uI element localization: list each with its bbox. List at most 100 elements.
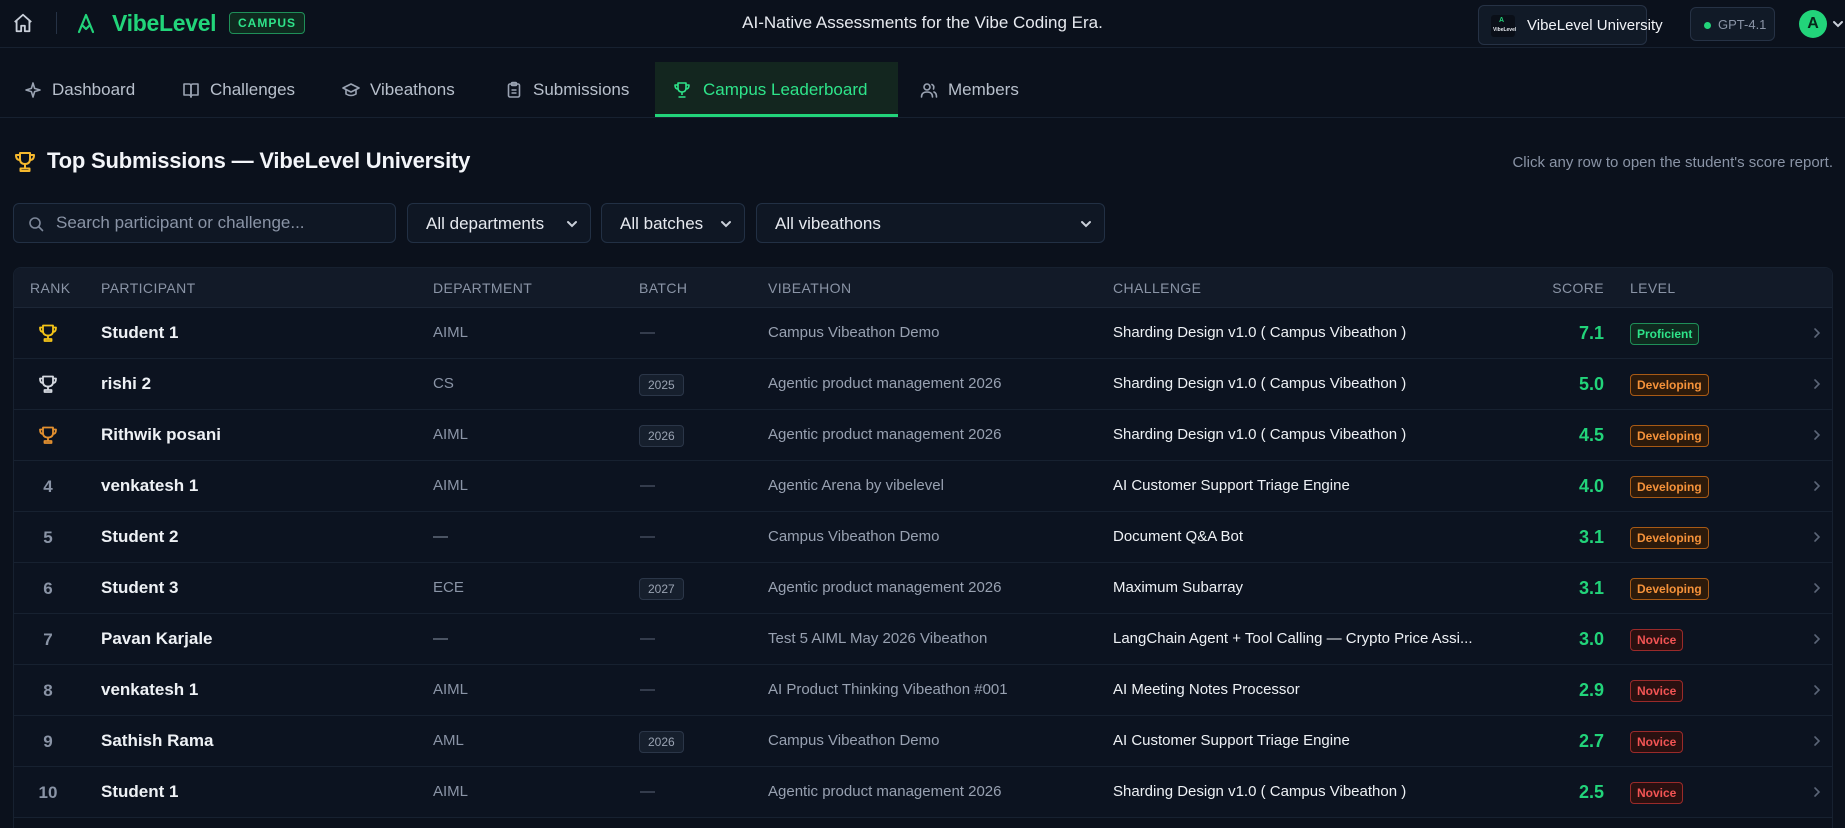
vibeathon-name: Campus Vibeathon Demo	[768, 528, 940, 545]
chevron-right-icon	[1814, 379, 1821, 389]
tab-submissions[interactable]: Submissions	[505, 62, 640, 117]
page-title: Top Submissions — VibeLevel University	[47, 148, 471, 173]
level-badge: Proficient	[1630, 323, 1700, 345]
table-row[interactable]: Student 1 AIML — Campus Vibeathon Demo Shard…	[14, 308, 1832, 359]
column-header-batch[interactable]: BATCH	[639, 280, 687, 296]
vibeathon-name: Campus Vibeathon Demo	[768, 324, 940, 341]
table-row[interactable]: 7 Pavan Karjale — — Test 5 AIML May 2026 Vib…	[14, 614, 1832, 665]
challenge-name: Maximum Subarray	[1113, 579, 1244, 596]
tab-campus-leaderboard[interactable]: Campus Leaderboard	[655, 62, 898, 117]
score-value: 4.0	[1578, 476, 1604, 496]
department-value: CS	[433, 375, 454, 392]
tab-dashboard[interactable]: Dashboard	[24, 62, 144, 117]
model-name: GPT-4.1	[1718, 17, 1767, 32]
participant-name: Rithwik posani	[101, 425, 221, 444]
silver-trophy-icon	[39, 375, 57, 393]
rank-value: 4	[43, 477, 53, 496]
level-badge: Novice	[1630, 680, 1684, 702]
vibeathon-name: Test 5 AIML May 2026 Vibeathon	[768, 630, 988, 647]
batch-value: —	[640, 324, 655, 341]
level-badge: Novice	[1630, 731, 1684, 753]
table-row[interactable]: 4 venkatesh 1 AIML — Agentic Arena by vibele…	[14, 461, 1832, 512]
rank-value: 8	[43, 681, 53, 700]
scrollbar-indicator[interactable]	[1828, 767, 1832, 777]
tab-label: Vibeathons	[370, 80, 455, 99]
tab-label: Members	[948, 80, 1019, 99]
table-row[interactable]: 9 Sathish Rama AML 2026 Campus Vibeathon Dem…	[14, 716, 1832, 767]
challenge-name: Sharding Design v1.0 ( Campus Vibeathon …	[1113, 324, 1407, 341]
chevron-down-icon	[721, 221, 731, 228]
column-header-score[interactable]: SCORE	[1546, 280, 1604, 296]
vibeathon-name: AI Product Thinking Vibeathon #001	[768, 681, 1008, 698]
rank-value: 6	[43, 579, 53, 598]
gold-trophy-icon	[39, 324, 57, 342]
participant-name: Sathish Rama	[101, 731, 214, 750]
tab-label: Challenges	[210, 80, 296, 99]
tab-label: Dashboard	[52, 80, 136, 99]
participant-name: Pavan Karjale	[101, 629, 213, 648]
search-input[interactable]	[56, 204, 386, 242]
column-header-department[interactable]: DEPARTMENT	[433, 280, 532, 296]
tab-vibeathons[interactable]: Vibeathons	[342, 62, 472, 117]
tab-challenges[interactable]: Challenges	[182, 62, 307, 117]
vibeathon-name: Agentic Arena by vibelevel	[768, 477, 944, 494]
vibeathon-name: Agentic product management 2026	[768, 579, 1002, 596]
column-header-level[interactable]: LEVEL	[1630, 280, 1676, 296]
participant-name: Student 3	[101, 578, 179, 597]
chevron-right-icon	[1814, 481, 1821, 491]
department-select[interactable]: All departments	[407, 203, 591, 243]
batch-value: —	[640, 528, 655, 545]
chevron-down-icon[interactable]	[1832, 18, 1844, 30]
table-row[interactable]: 10 Student 1 AIML — Agentic product manageme…	[14, 767, 1832, 818]
department-value: AIML	[433, 426, 469, 443]
status-dot-icon	[1704, 22, 1711, 29]
batch-badge: 2027	[639, 578, 684, 600]
level-badge: Developing	[1630, 425, 1709, 447]
chevron-right-icon	[1814, 685, 1821, 695]
avatar[interactable]: A	[1799, 10, 1827, 38]
participant-name: rishi 2	[101, 374, 152, 393]
column-header-participant[interactable]: PARTICIPANT	[101, 280, 196, 296]
column-header-rank[interactable]: RANK	[30, 280, 71, 296]
university-name: VibeLevel University	[1527, 17, 1663, 34]
tab-members[interactable]: Members	[920, 62, 1030, 117]
score-value: 4.5	[1578, 425, 1604, 445]
tab-label: Submissions	[533, 80, 630, 99]
column-header-challenge[interactable]: CHALLENGE	[1113, 280, 1201, 296]
score-value: 5.0	[1578, 374, 1604, 394]
vibeathon-name: Agentic product management 2026	[768, 426, 1002, 443]
batch-badge: 2026	[639, 731, 684, 753]
participant-name: Student 1	[101, 782, 179, 801]
graduation-cap-icon	[342, 83, 360, 97]
batch-select[interactable]: All batches	[601, 203, 745, 243]
vibeathon-select[interactable]: All vibeathons	[756, 203, 1105, 243]
department-value: AIML	[433, 783, 469, 800]
column-header-vibeathon[interactable]: VIBEATHON	[768, 280, 851, 296]
table-row[interactable]: 6 Student 3 ECE 2027 Agentic product managem…	[14, 563, 1832, 614]
batch-select-value: All batches	[620, 214, 704, 233]
university-logo-mark: A	[1499, 17, 1505, 24]
score-value: 2.5	[1578, 782, 1604, 802]
rank-value: 10	[38, 783, 58, 802]
level-badge: Developing	[1630, 578, 1709, 600]
model-selector[interactable]: GPT-4.1	[1690, 7, 1775, 41]
participant-name: Student 2	[101, 527, 179, 546]
table-row[interactable]: 8 venkatesh 1 AIML — AI Product Thinking Vib…	[14, 665, 1832, 716]
table-row[interactable]: rishi 2 CS 2025 Agentic product management …	[14, 359, 1832, 410]
university-switcher[interactable]: A VibeLevel VibeLevel University	[1478, 5, 1663, 45]
participant-name: venkatesh 1	[101, 476, 199, 495]
rank-value: 9	[43, 732, 53, 751]
sparkle-icon	[25, 82, 41, 98]
search-icon	[29, 217, 44, 232]
table-row[interactable]: Rithwik posani AIML 2026 Agentic product ma…	[14, 410, 1832, 461]
search-box[interactable]	[13, 203, 396, 243]
table-row[interactable]: 5 Student 2 — — Campus Vibeathon Demo Documen…	[14, 512, 1832, 563]
score-value: 3.1	[1578, 527, 1604, 547]
chevron-right-icon	[1814, 634, 1821, 644]
challenge-name: LangChain Agent + Tool Calling — Crypto …	[1113, 630, 1473, 647]
chevron-right-icon	[1814, 532, 1821, 542]
vibeathon-name: Agentic product management 2026	[768, 375, 1002, 392]
level-badge: Developing	[1630, 374, 1709, 396]
rank-value: 7	[43, 630, 53, 649]
participant-name: venkatesh 1	[101, 680, 199, 699]
